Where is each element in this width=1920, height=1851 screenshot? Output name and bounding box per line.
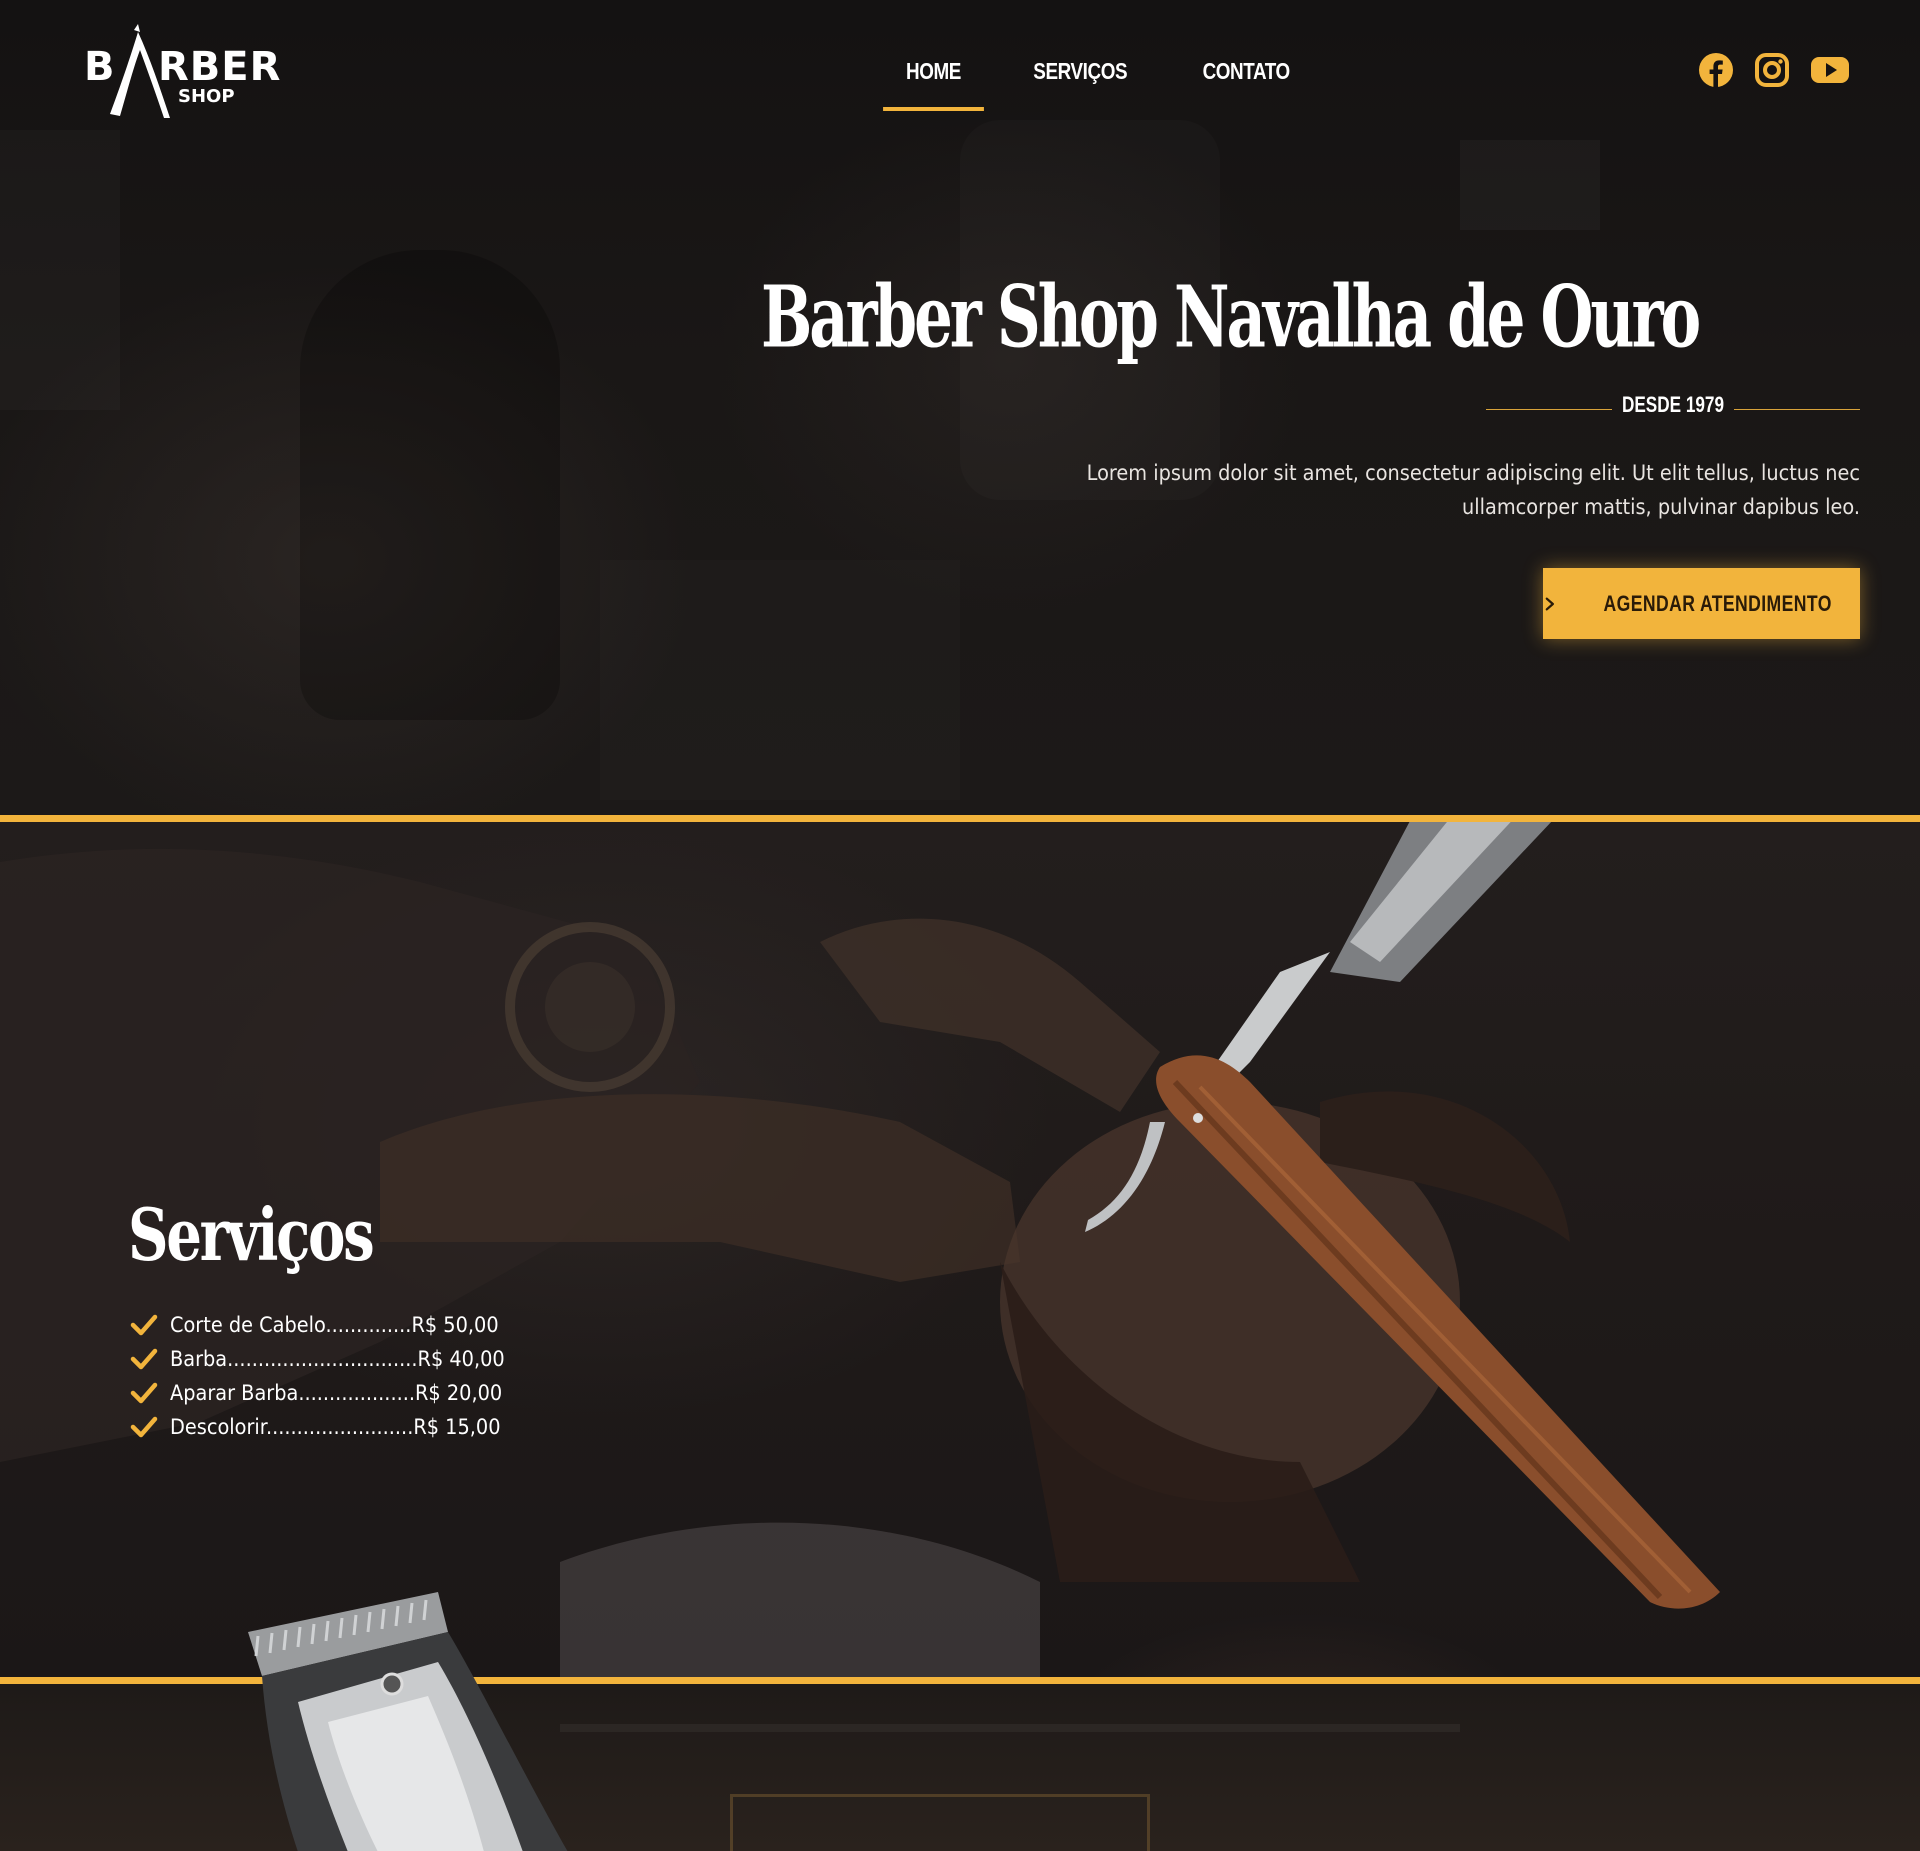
service-item-text: Corte de Cabelo..............R$ 50,00	[170, 1313, 499, 1337]
hero-background-shape	[1460, 140, 1600, 230]
instagram-icon[interactable]	[1754, 52, 1790, 88]
check-icon	[130, 1416, 158, 1438]
hero-background-shape	[600, 560, 960, 800]
chevron-right-icon	[1545, 597, 1555, 610]
cta-label: AGENDAR ATENDIMENTO	[1603, 590, 1832, 616]
service-item-text: Descolorir........................R$ 15,…	[170, 1415, 501, 1439]
nav-item-servicos[interactable]: SERVIÇOS	[1010, 52, 1150, 111]
divider-line	[1734, 409, 1860, 410]
service-item: Corte de Cabelo..............R$ 50,00	[130, 1308, 534, 1342]
service-item: Descolorir........................R$ 15,…	[130, 1410, 534, 1444]
logo-letters: RBER	[158, 44, 282, 90]
hero-background-shape	[0, 130, 120, 410]
hero-title: Barber Shop Navalha de Ouro	[760, 267, 1701, 367]
services-price-list: Corte de Cabelo..............R$ 50,00 Ba…	[130, 1308, 534, 1444]
check-icon	[130, 1348, 158, 1370]
service-item: Aparar Barba...................R$ 20,00	[130, 1376, 534, 1410]
social-links	[1698, 52, 1850, 88]
service-item-text: Aparar Barba...................R$ 20,00	[170, 1381, 503, 1405]
check-icon	[130, 1382, 158, 1404]
nav-item-contato[interactable]: CONTATO	[1180, 52, 1313, 111]
services-title: Serviços	[128, 1192, 375, 1277]
background-shelf	[560, 1724, 1460, 1732]
section-divider	[0, 815, 1920, 822]
check-icon	[130, 1314, 158, 1336]
nav-item-home[interactable]: HOME	[883, 52, 984, 111]
hero-description: Lorem ipsum dolor sit amet, consectetur …	[1086, 461, 1860, 519]
service-item-text: Barba...............................R$ 4…	[170, 1347, 505, 1371]
service-item: Barba...............................R$ 4…	[130, 1342, 534, 1376]
background-frame	[730, 1794, 1150, 1851]
facebook-icon[interactable]	[1698, 52, 1734, 88]
hero-background-shape	[300, 250, 560, 720]
main-nav: HOME SERVIÇOS CONTATO	[872, 52, 1328, 111]
schedule-appointment-button[interactable]: AGENDAR ATENDIMENTO	[1543, 568, 1860, 639]
brand-logo[interactable]: B RBER SHOP	[84, 22, 284, 126]
hero-section: B RBER SHOP HOME SERVIÇOS CONTATO Barber…	[0, 0, 1920, 816]
since-divider: DESDE 1979	[1486, 392, 1860, 422]
services-section: Serviços Corte de Cabelo..............R$…	[0, 822, 1920, 1677]
logo-subtitle: SHOP	[178, 86, 235, 107]
since-label: DESDE 1979	[1621, 392, 1725, 417]
youtube-icon[interactable]	[1810, 52, 1850, 88]
hair-clipper-image	[248, 1592, 568, 1851]
